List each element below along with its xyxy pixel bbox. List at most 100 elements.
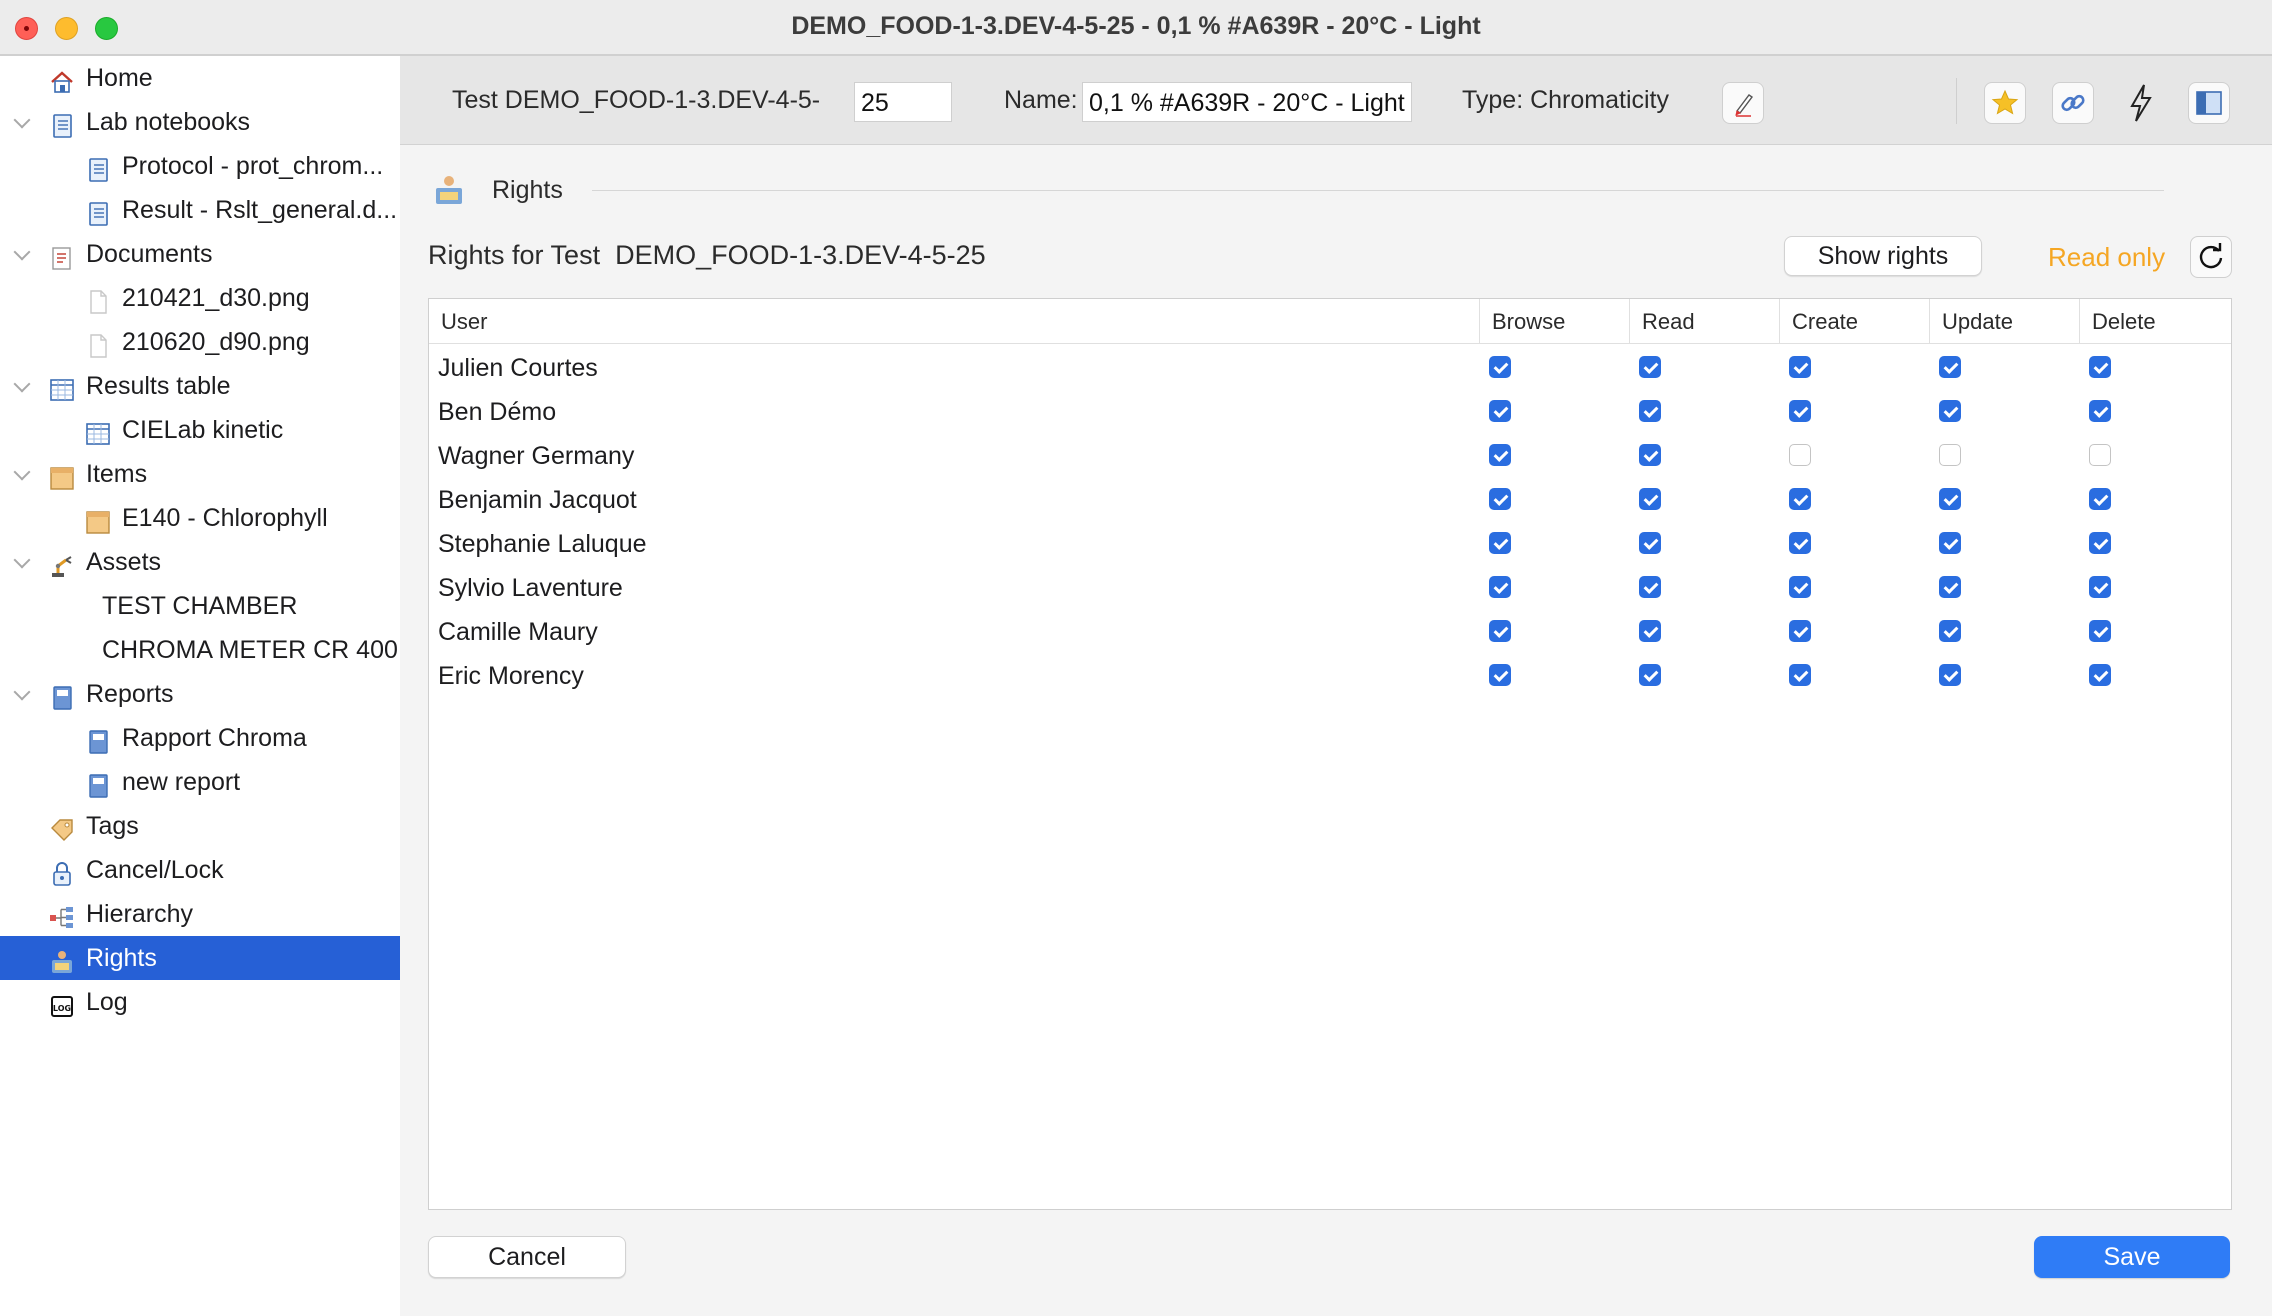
notebook-page-icon (85, 197, 111, 226)
read-checkbox[interactable] (1639, 664, 1661, 686)
rights-for-label: Rights for Test (428, 240, 601, 270)
update-checkbox[interactable] (1939, 576, 1961, 598)
lightning-button[interactable] (2120, 82, 2162, 124)
update-checkbox[interactable] (1939, 444, 1961, 466)
create-checkbox[interactable] (1789, 444, 1811, 466)
sidebar-item-lab-notebooks[interactable]: Lab notebooks (0, 100, 402, 144)
save-button[interactable]: Save (2034, 1236, 2230, 1278)
create-checkbox[interactable] (1789, 576, 1811, 598)
delete-checkbox[interactable] (2089, 400, 2111, 422)
test-prefix-label: Test DEMO_FOOD-1-3.DEV-4-5- (452, 86, 821, 114)
read-checkbox[interactable] (1639, 532, 1661, 554)
lightning-icon (2130, 84, 2152, 122)
sidebar-item-e140-chlorophyll[interactable]: E140 - Chlorophyll (0, 496, 402, 540)
table-row: Sylvio Laventure (429, 565, 2231, 609)
column-header-user[interactable]: User (429, 299, 1479, 343)
read-checkbox[interactable] (1639, 620, 1661, 642)
read-checkbox[interactable] (1639, 488, 1661, 510)
sidebar-item-new-report[interactable]: new report (0, 760, 402, 804)
table-header: User Browse Read Create Update Delete (429, 299, 2231, 344)
column-header-create[interactable]: Create (1779, 299, 1929, 343)
expand-chevron-icon[interactable] (13, 683, 31, 701)
table-row: Wagner Germany (429, 433, 2231, 477)
name-field[interactable]: 0,1 % #A639R - 20°C - Light (1082, 82, 1412, 122)
delete-checkbox[interactable] (2089, 488, 2111, 510)
sidebar-item-chroma-meter-cr-400[interactable]: CHROMA METER CR 400 (0, 628, 402, 672)
read-checkbox[interactable] (1639, 356, 1661, 378)
sidebar-item-log[interactable]: LOG Log (0, 980, 402, 1024)
create-checkbox[interactable] (1789, 620, 1811, 642)
browse-checkbox[interactable] (1489, 576, 1511, 598)
cancel-button[interactable]: Cancel (428, 1236, 626, 1278)
delete-checkbox[interactable] (2089, 532, 2111, 554)
user-name-cell: Sylvio Laventure (438, 574, 623, 602)
sidebar-item-assets[interactable]: Assets (0, 540, 402, 584)
delete-checkbox[interactable] (2089, 356, 2111, 378)
documents-icon (49, 241, 75, 270)
sidebar-item-home[interactable]: Home (0, 56, 402, 100)
browse-checkbox[interactable] (1489, 664, 1511, 686)
delete-checkbox[interactable] (2089, 576, 2111, 598)
panel-layout-button[interactable] (2188, 82, 2230, 124)
browse-checkbox[interactable] (1489, 532, 1511, 554)
refresh-button[interactable] (2190, 236, 2232, 278)
delete-checkbox[interactable] (2089, 444, 2111, 466)
sidebar-item-test-chamber[interactable]: TEST CHAMBER (0, 584, 402, 628)
sidebar-item-documents[interactable]: Documents (0, 232, 402, 276)
sidebar-item-rights[interactable]: Rights (0, 936, 402, 980)
update-checkbox[interactable] (1939, 488, 1961, 510)
browse-checkbox[interactable] (1489, 400, 1511, 422)
create-checkbox[interactable] (1789, 356, 1811, 378)
sidebar-item-cielab-kinetic[interactable]: CIELab kinetic (0, 408, 402, 452)
create-checkbox[interactable] (1789, 400, 1811, 422)
create-checkbox[interactable] (1789, 664, 1811, 686)
sidebar-item-210421-d30-png[interactable]: 210421_d30.png (0, 276, 402, 320)
update-checkbox[interactable] (1939, 532, 1961, 554)
delete-checkbox[interactable] (2089, 620, 2111, 642)
browse-checkbox[interactable] (1489, 356, 1511, 378)
sidebar-item-protocol-prot-chrom[interactable]: Protocol - prot_chrom... (0, 144, 402, 188)
svg-text:LOG: LOG (53, 1004, 71, 1013)
expand-chevron-icon[interactable] (13, 375, 31, 393)
expand-chevron-icon[interactable] (13, 243, 31, 261)
sidebar-item-tags[interactable]: Tags (0, 804, 402, 848)
sidebar-item-label: Tags (86, 812, 139, 840)
expand-chevron-icon[interactable] (13, 551, 31, 569)
update-checkbox[interactable] (1939, 356, 1961, 378)
browse-checkbox[interactable] (1489, 488, 1511, 510)
expand-chevron-icon[interactable] (13, 111, 31, 129)
update-checkbox[interactable] (1939, 400, 1961, 422)
sidebar-item-210620-d90-png[interactable]: 210620_d90.png (0, 320, 402, 364)
sidebar-item-result-rslt-general-d[interactable]: Result - Rslt_general.d... (0, 188, 402, 232)
expand-chevron-icon[interactable] (13, 463, 31, 481)
column-header-read[interactable]: Read (1629, 299, 1779, 343)
sidebar-item-rapport-chroma[interactable]: Rapport Chroma (0, 716, 402, 760)
sidebar-item-reports[interactable]: Reports (0, 672, 402, 716)
sidebar-item-label: 210620_d90.png (122, 328, 310, 356)
read-checkbox[interactable] (1639, 400, 1661, 422)
create-checkbox[interactable] (1789, 532, 1811, 554)
sidebar-item-label: Result - Rslt_general.d... (122, 196, 398, 224)
main-panel: Test DEMO_FOOD-1-3.DEV-4-5- 25 Name: 0,1… (400, 56, 2272, 1316)
column-header-browse[interactable]: Browse (1479, 299, 1629, 343)
update-checkbox[interactable] (1939, 664, 1961, 686)
sidebar-item-hierarchy[interactable]: Hierarchy (0, 892, 402, 936)
browse-checkbox[interactable] (1489, 620, 1511, 642)
refresh-icon (2199, 243, 2223, 269)
edit-type-button[interactable] (1722, 82, 1764, 124)
link-button[interactable] (2052, 82, 2094, 124)
show-rights-button[interactable]: Show rights (1784, 236, 1982, 276)
read-checkbox[interactable] (1639, 576, 1661, 598)
delete-checkbox[interactable] (2089, 664, 2111, 686)
test-number-field[interactable]: 25 (854, 82, 952, 122)
browse-checkbox[interactable] (1489, 444, 1511, 466)
read-checkbox[interactable] (1639, 444, 1661, 466)
column-header-update[interactable]: Update (1929, 299, 2079, 343)
create-checkbox[interactable] (1789, 488, 1811, 510)
favorite-button[interactable] (1984, 82, 2026, 124)
column-header-delete[interactable]: Delete (2079, 299, 2231, 343)
update-checkbox[interactable] (1939, 620, 1961, 642)
sidebar-item-results-table[interactable]: Results table (0, 364, 402, 408)
sidebar-item-items[interactable]: Items (0, 452, 402, 496)
sidebar-item-cancel-lock[interactable]: Cancel/Lock (0, 848, 402, 892)
